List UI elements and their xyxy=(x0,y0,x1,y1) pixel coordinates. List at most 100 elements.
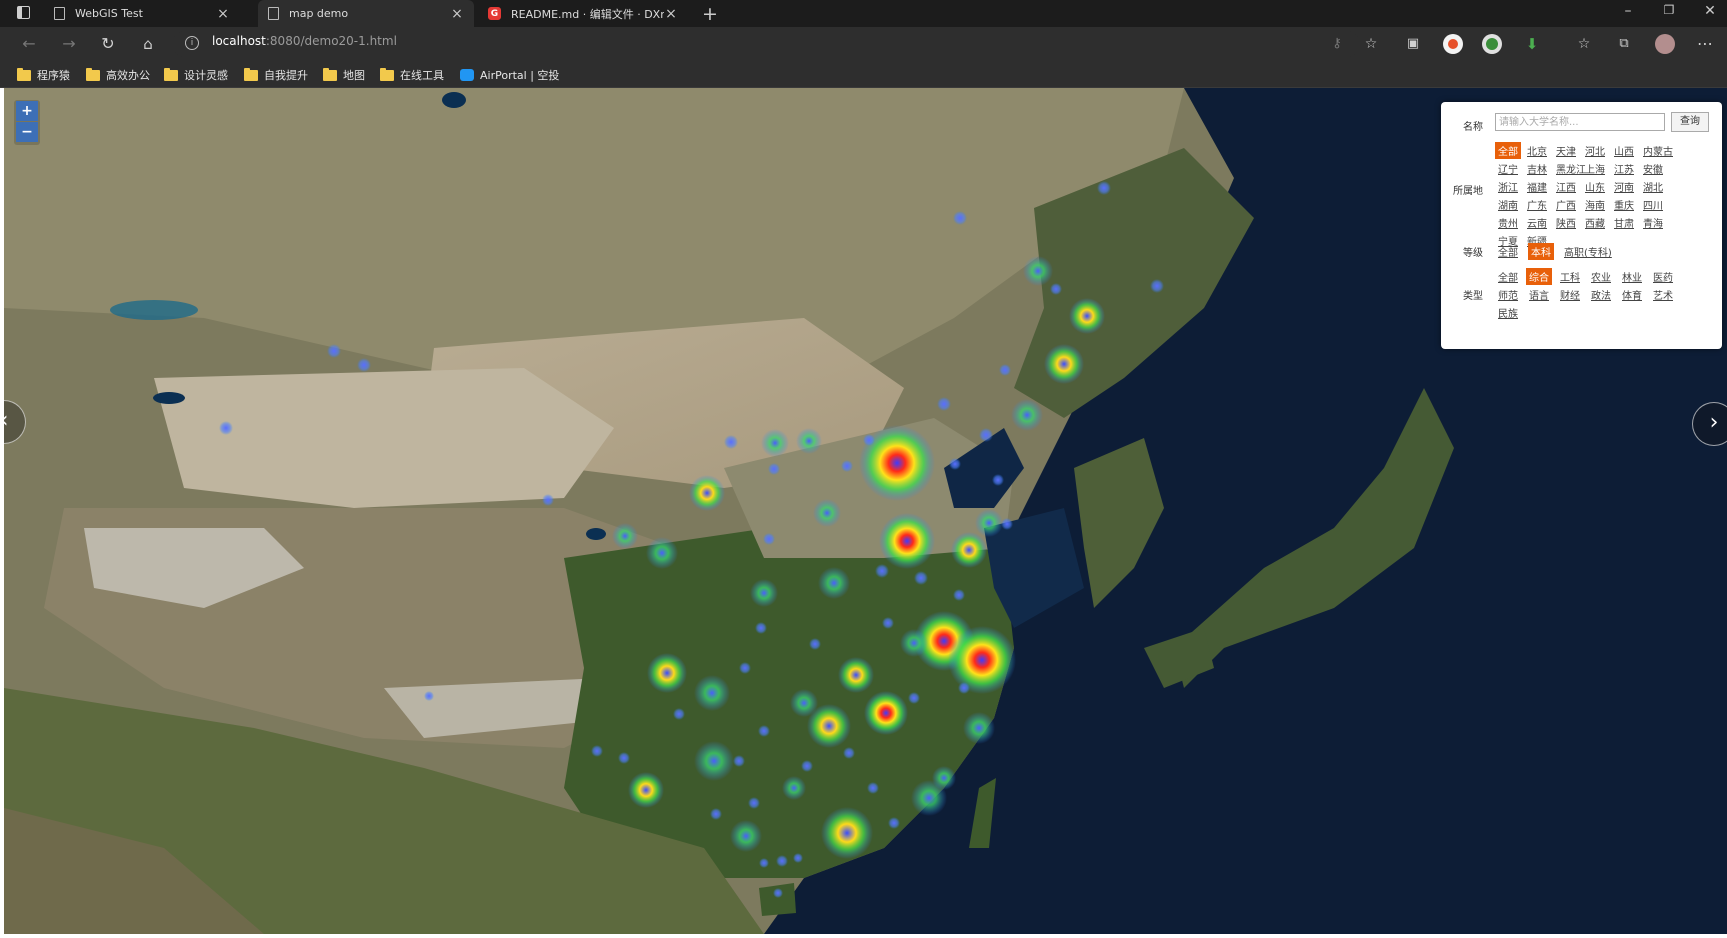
bookmark-airportal[interactable]: AirPortal | 空投 xyxy=(460,67,559,83)
extension-orange-icon[interactable] xyxy=(1443,34,1463,54)
type-option[interactable]: 林业 xyxy=(1622,269,1642,284)
type-option[interactable]: 医药 xyxy=(1653,269,1673,284)
type-option[interactable]: 师范 xyxy=(1498,287,1518,302)
location-option[interactable]: 全部 xyxy=(1495,142,1521,159)
type-option[interactable]: 财经 xyxy=(1560,287,1580,302)
location-option[interactable]: 北京 xyxy=(1527,143,1547,158)
location-option[interactable]: 上海 xyxy=(1585,161,1605,176)
type-option[interactable]: 民族 xyxy=(1498,305,1518,320)
location-option[interactable]: 广西 xyxy=(1556,197,1576,212)
new-tab-button[interactable]: + xyxy=(700,3,720,25)
type-option[interactable]: 全部 xyxy=(1498,269,1518,284)
type-option[interactable]: 体育 xyxy=(1622,287,1642,302)
profile-avatar[interactable] xyxy=(1655,34,1675,54)
location-option[interactable]: 湖北 xyxy=(1643,179,1663,194)
favorite-star-icon[interactable]: ☆ xyxy=(1360,33,1382,55)
close-icon[interactable]: × xyxy=(450,6,464,22)
zoom-out-button[interactable]: − xyxy=(16,122,38,142)
forward-button[interactable]: → xyxy=(58,33,80,55)
refresh-button[interactable]: ↻ xyxy=(97,33,119,55)
tab-collections-icon[interactable]: ⧉ xyxy=(1613,33,1635,55)
bookmark-folder[interactable]: 地图 xyxy=(323,67,365,83)
folder-icon xyxy=(244,67,258,81)
folder-icon xyxy=(86,67,100,81)
location-option[interactable]: 福建 xyxy=(1527,179,1547,194)
gitee-icon: G xyxy=(488,7,501,20)
tab-map-demo[interactable]: map demo × xyxy=(258,0,474,27)
close-icon[interactable]: × xyxy=(216,6,230,22)
folder-icon xyxy=(164,67,178,81)
collections-icon[interactable]: ▣ xyxy=(1402,33,1424,55)
location-option[interactable]: 黑龙江 xyxy=(1556,161,1586,176)
close-window-button[interactable]: ✕ xyxy=(1700,3,1720,19)
download-extension-icon[interactable]: ⬇ xyxy=(1521,33,1543,55)
type-option[interactable]: 艺术 xyxy=(1653,287,1673,302)
location-option[interactable]: 安徽 xyxy=(1643,161,1663,176)
minimize-button[interactable]: – xyxy=(1618,3,1638,19)
location-option[interactable]: 辽宁 xyxy=(1498,161,1518,176)
location-option[interactable]: 云南 xyxy=(1527,215,1547,230)
bookmark-label: 高效办公 xyxy=(106,69,150,82)
folder-icon xyxy=(17,67,31,81)
location-option[interactable]: 重庆 xyxy=(1614,197,1634,212)
location-option[interactable]: 河南 xyxy=(1614,179,1634,194)
location-option[interactable]: 西藏 xyxy=(1585,215,1605,230)
university-search-input[interactable] xyxy=(1495,113,1665,131)
type-option[interactable]: 综合 xyxy=(1526,268,1552,285)
location-option[interactable]: 内蒙古 xyxy=(1643,143,1673,158)
level-option[interactable]: 高职(专科) xyxy=(1564,244,1612,259)
query-button[interactable]: 查询 xyxy=(1671,112,1709,132)
level-option[interactable]: 本科 xyxy=(1528,243,1554,260)
address-toolbar: ← → ↻ ⌂ i localhost:8080/demo20-1.html ⚷… xyxy=(0,27,1727,61)
location-option[interactable]: 山西 xyxy=(1614,143,1634,158)
window-menu-icon[interactable] xyxy=(17,6,30,19)
favorites-icon[interactable]: ☆ xyxy=(1573,33,1595,55)
location-label: 所属地 xyxy=(1453,186,1483,197)
location-option[interactable]: 海南 xyxy=(1585,197,1605,212)
site-info-icon[interactable]: i xyxy=(185,36,199,50)
zoom-control: + − xyxy=(14,100,40,145)
bookmark-folder[interactable]: 自我提升 xyxy=(244,67,308,83)
tab-title: map demo xyxy=(289,7,349,20)
location-option[interactable]: 甘肃 xyxy=(1614,215,1634,230)
level-option[interactable]: 全部 xyxy=(1498,244,1518,259)
bookmark-label: 在线工具 xyxy=(400,69,444,82)
location-option[interactable]: 天津 xyxy=(1556,143,1576,158)
folder-icon xyxy=(323,67,337,81)
bookmark-folder[interactable]: 高效办公 xyxy=(86,67,150,83)
type-option[interactable]: 语言 xyxy=(1529,287,1549,302)
tab-webgis-test[interactable]: WebGIS Test × xyxy=(44,0,240,27)
location-option[interactable]: 青海 xyxy=(1643,215,1663,230)
location-option[interactable]: 山东 xyxy=(1585,179,1605,194)
type-option[interactable]: 农业 xyxy=(1591,269,1611,284)
back-button[interactable]: ← xyxy=(18,33,40,55)
location-option[interactable]: 四川 xyxy=(1643,197,1663,212)
location-option[interactable]: 贵州 xyxy=(1498,215,1518,230)
location-option[interactable]: 浙江 xyxy=(1498,179,1518,194)
more-menu-icon[interactable]: ⋯ xyxy=(1694,33,1716,55)
type-option[interactable]: 政法 xyxy=(1591,287,1611,302)
location-option[interactable]: 湖南 xyxy=(1498,197,1518,212)
close-icon[interactable]: × xyxy=(664,6,678,22)
url-text[interactable]: localhost:8080/demo20-1.html xyxy=(212,34,397,48)
bookmark-folder[interactable]: 程序猿 xyxy=(17,67,70,83)
type-option[interactable]: 工科 xyxy=(1560,269,1580,284)
location-option[interactable]: 江苏 xyxy=(1614,161,1634,176)
key-icon[interactable]: ⚷ xyxy=(1326,33,1348,55)
location-option[interactable]: 广东 xyxy=(1527,197,1547,212)
type-label: 类型 xyxy=(1463,291,1483,302)
level-label: 等级 xyxy=(1463,248,1483,259)
page-icon xyxy=(54,7,65,20)
home-button[interactable]: ⌂ xyxy=(137,33,159,55)
extension-green-icon[interactable] xyxy=(1482,34,1502,54)
bookmark-folder[interactable]: 设计灵感 xyxy=(164,67,228,83)
tab-readme[interactable]: G README.md · 编辑文件 · DXnim × xyxy=(478,0,688,27)
location-option[interactable]: 河北 xyxy=(1585,143,1605,158)
bookmark-folder[interactable]: 在线工具 xyxy=(380,67,444,83)
zoom-in-button[interactable]: + xyxy=(16,101,38,121)
location-option[interactable]: 江西 xyxy=(1556,179,1576,194)
location-option[interactable]: 吉林 xyxy=(1527,161,1547,176)
location-option[interactable]: 陕西 xyxy=(1556,215,1576,230)
restore-button[interactable]: ❐ xyxy=(1659,3,1679,17)
filter-panel: 名称 查询 所属地 全部北京天津河北山西内蒙古辽宁吉林黑龙江上海江苏安徽浙江福建… xyxy=(1441,102,1722,349)
